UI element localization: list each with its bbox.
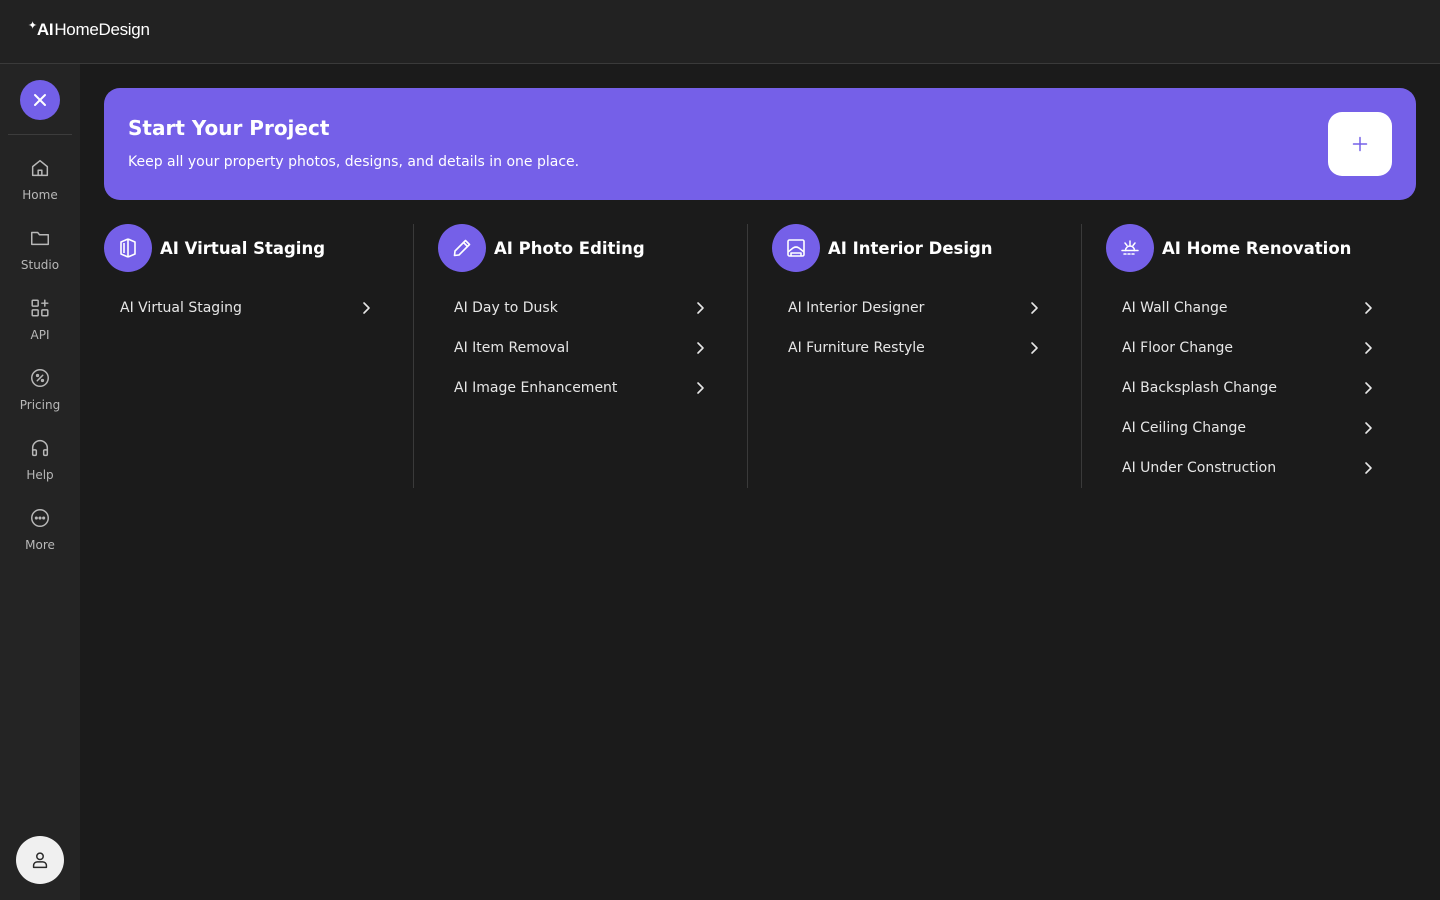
menu-item-label: AI Day to Dusk	[454, 300, 558, 316]
sidebar-item-studio[interactable]: Studio	[0, 226, 80, 286]
chevron-right-icon	[1360, 380, 1376, 396]
chevron-right-icon	[1360, 420, 1376, 436]
chevron-right-icon	[358, 300, 374, 316]
top-bar: ✦ AI HomeDesign	[0, 0, 1440, 64]
sidebar-item-help[interactable]: Help	[0, 436, 80, 496]
headphones-icon	[28, 436, 52, 460]
chevron-right-icon	[692, 340, 708, 356]
plus-icon	[1352, 136, 1368, 152]
app-logo[interactable]: ✦ AI HomeDesign	[28, 20, 150, 40]
category-title: AI Virtual Staging	[160, 238, 326, 258]
category-list: AI Interior Designer AI Furniture Restyl…	[788, 288, 1042, 368]
menu-item-label: AI Wall Change	[1122, 300, 1228, 316]
new-project-button[interactable]	[1328, 112, 1392, 176]
menu-item-label: AI Interior Designer	[788, 300, 925, 316]
category-interior-design: AI Interior Design AI Interior Designer …	[772, 224, 1082, 488]
sidebar-item-label: More	[25, 538, 55, 552]
menu-item-label: AI Furniture Restyle	[788, 340, 925, 356]
staging-icon	[104, 224, 152, 272]
menu-item-item-removal[interactable]: AI Item Removal	[454, 328, 708, 368]
sidebar-item-label: Help	[26, 468, 54, 482]
sidebar: Home Studio API Pricing Help More	[0, 64, 80, 900]
category-list: AI Virtual Staging	[120, 288, 374, 328]
category-list: AI Day to Dusk AI Item Removal AI Image …	[454, 288, 708, 408]
sidebar-divider	[8, 134, 72, 135]
category-virtual-staging: AI Virtual Staging AI Virtual Staging	[104, 224, 414, 488]
category-list: AI Wall Change AI Floor Change AI Backsp…	[1122, 288, 1376, 488]
menu-item-label: AI Backsplash Change	[1122, 380, 1278, 396]
sidebar-item-home[interactable]: Home	[0, 156, 80, 216]
start-project-banner: Start Your Project Keep all your propert…	[104, 88, 1416, 200]
pen-edit-icon	[438, 224, 486, 272]
percent-icon	[28, 366, 52, 390]
menu-item-day-to-dusk[interactable]: AI Day to Dusk	[454, 288, 708, 328]
sidebar-item-api[interactable]: API	[0, 296, 80, 356]
sparkle-icon: ✦	[28, 19, 37, 32]
grid-plus-icon	[28, 296, 52, 320]
folder-icon	[28, 226, 52, 250]
banner-title: Start Your Project	[128, 116, 330, 140]
menu-item-virtual-staging[interactable]: AI Virtual Staging	[120, 288, 374, 328]
menu-item-label: AI Item Removal	[454, 340, 570, 356]
banner-subtitle: Keep all your property photos, designs, …	[128, 154, 580, 170]
interior-icon	[772, 224, 820, 272]
sidebar-item-label: Studio	[20, 258, 60, 272]
close-button[interactable]	[20, 80, 60, 120]
category-header: AI Virtual Staging	[104, 224, 325, 272]
renovation-icon	[1106, 224, 1154, 272]
menu-item-image-enhancement[interactable]: AI Image Enhancement	[454, 368, 708, 408]
sidebar-item-label: Home	[22, 188, 58, 202]
chevron-right-icon	[1026, 300, 1042, 316]
menu-item-furniture-restyle[interactable]: AI Furniture Restyle	[788, 328, 1042, 368]
menu-item-label: AI Image Enhancement	[454, 380, 618, 396]
menu-item-label: AI Ceiling Change	[1122, 420, 1247, 436]
chevron-right-icon	[692, 380, 708, 396]
sidebar-item-more[interactable]: More	[0, 506, 80, 566]
menu-item-backsplash-change[interactable]: AI Backsplash Change	[1122, 368, 1376, 408]
menu-item-label: AI Under Construction	[1122, 460, 1277, 476]
menu-item-under-construction[interactable]: AI Under Construction	[1122, 448, 1376, 488]
menu-item-wall-change[interactable]: AI Wall Change	[1122, 288, 1376, 328]
category-title: AI Photo Editing	[494, 238, 645, 258]
user-icon	[32, 852, 48, 869]
category-home-renovation: AI Home Renovation AI Wall Change AI Flo…	[1106, 224, 1416, 488]
menu-item-label: AI Floor Change	[1122, 340, 1234, 356]
sidebar-item-pricing[interactable]: Pricing	[0, 366, 80, 426]
category-title: AI Interior Design	[828, 238, 993, 258]
logo-ai-text: AI	[36, 20, 54, 39]
user-avatar-button[interactable]	[16, 836, 64, 884]
menu-item-ceiling-change[interactable]: AI Ceiling Change	[1122, 408, 1376, 448]
chevron-right-icon	[692, 300, 708, 316]
menu-item-interior-designer[interactable]: AI Interior Designer	[788, 288, 1042, 328]
sidebar-item-label: Pricing	[19, 398, 61, 412]
chevron-right-icon	[1026, 340, 1042, 356]
category-header: AI Interior Design	[772, 224, 993, 272]
menu-item-label: AI Virtual Staging	[120, 300, 242, 316]
logo-name-text: HomeDesign	[54, 20, 150, 39]
category-header: AI Photo Editing	[438, 224, 645, 272]
chevron-right-icon	[1360, 460, 1376, 476]
chevron-right-icon	[1360, 300, 1376, 316]
menu-item-floor-change[interactable]: AI Floor Change	[1122, 328, 1376, 368]
close-icon	[34, 94, 46, 106]
chevron-right-icon	[1360, 340, 1376, 356]
home-icon	[28, 156, 52, 180]
sidebar-item-label: API	[30, 328, 50, 342]
category-header: AI Home Renovation	[1106, 224, 1351, 272]
category-title: AI Home Renovation	[1162, 238, 1352, 258]
more-dots-icon	[28, 506, 52, 530]
category-photo-editing: AI Photo Editing AI Day to Dusk AI Item …	[438, 224, 748, 488]
